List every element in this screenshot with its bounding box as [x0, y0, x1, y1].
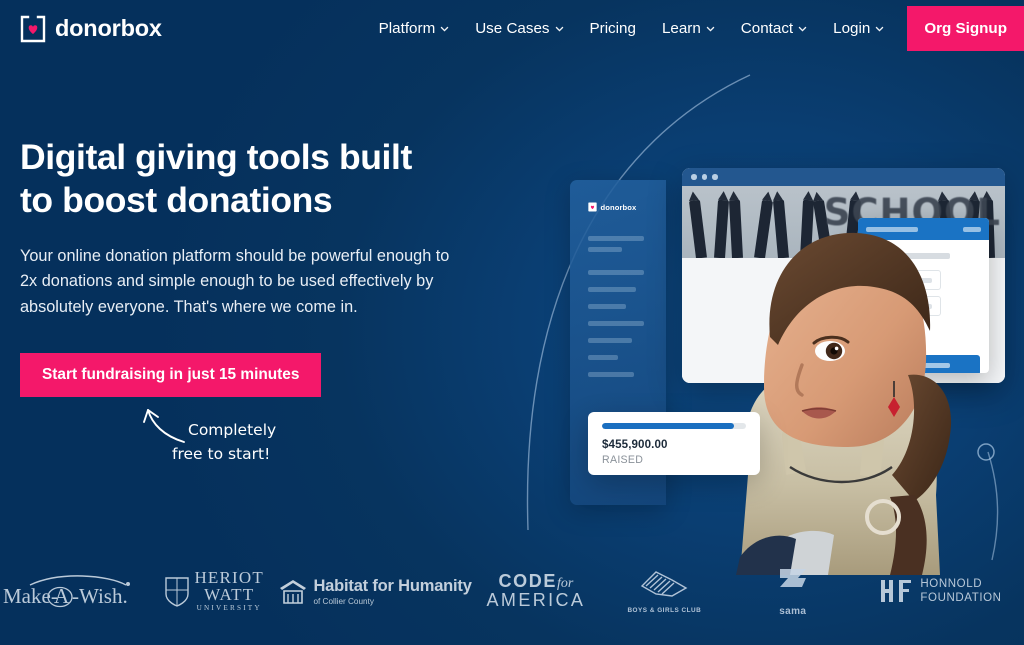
partner-logo-code-for-america: CODEfor AMERICA: [472, 559, 600, 623]
landing-page: donorbox Platform Use Cases Pricing Lear…: [0, 0, 1024, 645]
svg-text:A: A: [54, 584, 70, 608]
chevron-down-icon: [798, 26, 807, 32]
nav-item-contact[interactable]: Contact: [728, 0, 820, 57]
chevron-down-icon: [706, 26, 715, 32]
list-item: [588, 247, 622, 252]
cfa-line1: CODE: [498, 570, 557, 591]
list-item: [588, 321, 644, 326]
nav-item-pricing[interactable]: Pricing: [577, 0, 649, 57]
sama-label: sama: [779, 606, 807, 617]
partner-logo-heriot-watt: HERIOT WATT UNIVERSITY: [150, 559, 278, 623]
org-signup-button[interactable]: Org Signup: [907, 6, 1024, 51]
nav-item-platform-label: Platform: [378, 20, 436, 37]
list-item: [588, 236, 644, 241]
raised-label: RAISED: [602, 454, 644, 466]
raised-amount: $455,900.00: [602, 438, 668, 451]
donorbox-logo[interactable]: donorbox: [20, 15, 162, 43]
habitat-house-icon: [280, 580, 307, 604]
sidebar-skeleton-list: [570, 236, 666, 377]
habitat-line2: of Collier County: [313, 596, 374, 606]
list-item: [588, 270, 644, 275]
donorbox-logo-text: donorbox: [55, 15, 162, 41]
nav-item-login-label: Login: [833, 20, 871, 37]
partner-logo-boys-and-girls-club: BOYS & GIRLS CLUB: [600, 559, 728, 623]
list-item: [588, 304, 626, 309]
nav-links: Platform Use Cases Pricing Learn Contact…: [366, 0, 1024, 57]
chevron-down-icon: [555, 26, 563, 32]
progress-fill: [602, 423, 735, 429]
annotation-line-2: free to start!: [172, 445, 270, 463]
start-fundraising-button[interactable]: Start fundraising in just 15 minutes: [20, 352, 322, 397]
boys-girls-club-hands-icon: [641, 571, 688, 597]
cfa-line2: AMERICA: [486, 590, 586, 611]
nav-item-learn[interactable]: Learn: [649, 0, 728, 57]
list-item: [588, 287, 636, 292]
habitat-line1: Habitat for Humanity: [313, 576, 472, 595]
cfa-for: for: [556, 575, 574, 591]
amount-raised-card: $455,900.00 RAISED: [588, 412, 760, 475]
svg-text:-Wish.: -Wish.: [72, 584, 128, 608]
nav-item-login[interactable]: Login: [820, 0, 897, 57]
nav-item-use-cases[interactable]: Use Cases: [462, 0, 576, 57]
partner-logo-habitat-for-humanity: Habitat for Humanity of Collier County: [278, 559, 472, 623]
sidebar-logo-text: donorbox: [600, 202, 637, 212]
heriot-watt-line1: HERIOT: [194, 568, 264, 588]
page-title: Digital giving tools built to boost dona…: [20, 137, 412, 220]
honnold-line1: HONNOLD: [920, 577, 983, 590]
child-photo: [736, 232, 952, 575]
nav-item-use-cases-label: Use Cases: [475, 20, 550, 37]
partner-logo-sama: sama: [729, 559, 857, 623]
nav-item-platform[interactable]: Platform: [366, 0, 463, 57]
hero-copy: Digital giving tools built to boost dona…: [20, 136, 490, 397]
hero-subheadline: Your online donation platform should be …: [20, 246, 450, 317]
honnold-line2: FOUNDATION: [920, 592, 1002, 604]
handwritten-annotation: Completely free to start!: [143, 409, 276, 463]
partner-logo-strip: Make- A -Wish. HERIOT WATT UNIVERSITY Ha…: [0, 559, 1024, 623]
sidebar-donorbox-logo: donorbox: [588, 202, 666, 212]
svg-text:Make-: Make-: [3, 584, 58, 608]
sama-logo-icon: [779, 569, 806, 587]
heriot-watt-shield-icon: [165, 577, 190, 607]
progress-track: [602, 423, 746, 429]
honnold-hf-monogram-icon: [881, 580, 912, 602]
partner-logo-honnold-foundation: HONNOLD FOUNDATION: [857, 559, 1024, 623]
heriot-watt-line3: UNIVERSITY: [196, 604, 262, 613]
nav-item-pricing-label: Pricing: [589, 20, 636, 37]
chevron-down-icon: [875, 26, 884, 32]
list-item: [588, 372, 634, 377]
annotation-line-1: Completely: [188, 421, 276, 439]
donorbox-heart-box-logo-icon: [20, 15, 46, 42]
list-item: [588, 338, 632, 343]
heriot-watt-line2: WATT: [204, 585, 255, 605]
partner-logo-make-a-wish: Make- A -Wish.: [0, 559, 150, 623]
list-item: [588, 355, 618, 360]
make-a-wish-logo-icon: Make- A -Wish.: [3, 575, 130, 608]
donorbox-heart-box-logo-icon: [588, 202, 597, 212]
nav-item-contact-label: Contact: [740, 20, 794, 37]
chevron-down-icon: [440, 26, 449, 32]
nav-item-learn-label: Learn: [661, 20, 701, 37]
top-navigation-bar: donorbox Platform Use Cases Pricing Lear…: [0, 0, 1024, 57]
bgc-label: BOYS & GIRLS CLUB: [627, 607, 702, 614]
hero-illustration: donorbox SCHOOL $455,900.00 RAISED: [500, 60, 1024, 575]
